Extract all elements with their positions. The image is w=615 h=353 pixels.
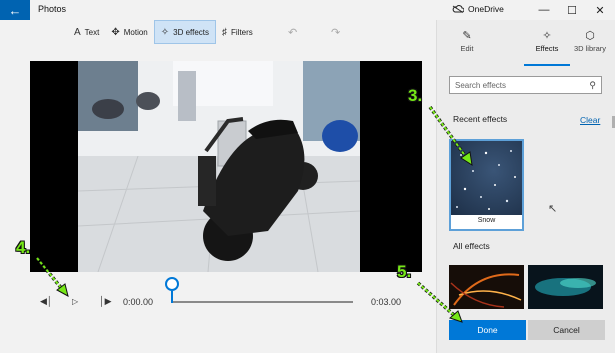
photos-app-window: ← Photos OneDrive — ☐ ✕ A​ Text ✥ Motion… xyxy=(0,0,615,353)
close-button[interactable]: ✕ xyxy=(587,0,613,20)
effects-panel: ✎ Edit ✧ Effects ⬡ 3D library Search eff… xyxy=(436,20,615,353)
end-time: 0:03.00 xyxy=(371,297,402,307)
scooter-photo xyxy=(78,61,360,272)
step-5-label: 5. xyxy=(397,262,412,281)
panel-tabs: ✎ Edit ✧ Effects ⬡ 3D library xyxy=(437,28,615,68)
back-button[interactable]: ← xyxy=(0,0,30,20)
current-time: 0:00.00 xyxy=(123,297,154,307)
video-preview[interactable] xyxy=(30,61,422,272)
mouse-cursor-icon: ↖ xyxy=(548,203,558,215)
next-frame-icon[interactable]: │▶ xyxy=(99,296,112,307)
all-effects-heading: All effects xyxy=(453,241,490,251)
maximize-button[interactable]: ☐ xyxy=(559,0,585,20)
step-3-label: 3. xyxy=(408,86,423,105)
onedrive-status[interactable]: OneDrive xyxy=(452,4,504,14)
pencil-icon: ✎ xyxy=(462,30,472,42)
minimize-button[interactable]: — xyxy=(531,0,557,20)
snow-effect-card[interactable]: Snow xyxy=(449,139,524,231)
recent-effects-heading: Recent effects xyxy=(453,114,508,124)
motion-tool-button[interactable]: ✥ Motion xyxy=(105,20,153,44)
cancel-button[interactable]: Cancel xyxy=(528,320,605,340)
filters-tool-button[interactable]: ♯ Filters xyxy=(216,20,259,44)
redo-icon[interactable]: ↷ xyxy=(331,26,340,39)
snow-thumbnail xyxy=(451,141,522,215)
effect-tile-fire[interactable] xyxy=(449,265,524,309)
play-icon[interactable]: ▷ xyxy=(72,297,78,306)
cube-icon: ⬡ xyxy=(585,30,595,42)
tab-edit[interactable]: ✎ Edit xyxy=(441,28,493,53)
cloud-icon xyxy=(452,5,464,13)
clear-recent-link[interactable]: Clear xyxy=(580,115,600,125)
timeline-scrubber[interactable] xyxy=(172,301,353,303)
text-icon: A​ xyxy=(74,26,81,38)
search-icon: ⚲ xyxy=(589,80,596,90)
title-bar: ← Photos OneDrive — ☐ ✕ xyxy=(0,0,615,20)
filter-icon: ♯ xyxy=(222,26,228,38)
search-effects-input[interactable]: Search effects ⚲ xyxy=(449,76,602,94)
previous-frame-icon[interactable]: ◀│ xyxy=(40,296,53,307)
3d-effects-tool-button[interactable]: ✧ 3D effects xyxy=(153,20,217,44)
effect-tile-aurora[interactable] xyxy=(528,265,603,309)
tab-3d-library[interactable]: ⬡ 3D library xyxy=(564,28,615,53)
arrow-left-icon: ← xyxy=(8,2,22,18)
editor-toolbar: A​ Text ✥ Motion ✧ 3D effects ♯ Filters xyxy=(68,20,259,44)
effect-label: Snow xyxy=(477,217,496,224)
step-4-label: 4. xyxy=(16,238,31,257)
motion-icon: ✥ xyxy=(111,26,120,38)
timeline-handle[interactable] xyxy=(165,277,179,291)
tab-selection-indicator xyxy=(524,64,570,66)
timeline-needle xyxy=(171,291,173,303)
onedrive-label: OneDrive xyxy=(468,4,504,14)
done-button[interactable]: Done xyxy=(449,320,526,340)
text-tool-button[interactable]: A​ Text xyxy=(68,20,105,44)
sparkle-icon: ✧ xyxy=(160,26,170,38)
app-title: Photos xyxy=(38,4,67,14)
undo-icon[interactable]: ↶ xyxy=(288,26,297,39)
